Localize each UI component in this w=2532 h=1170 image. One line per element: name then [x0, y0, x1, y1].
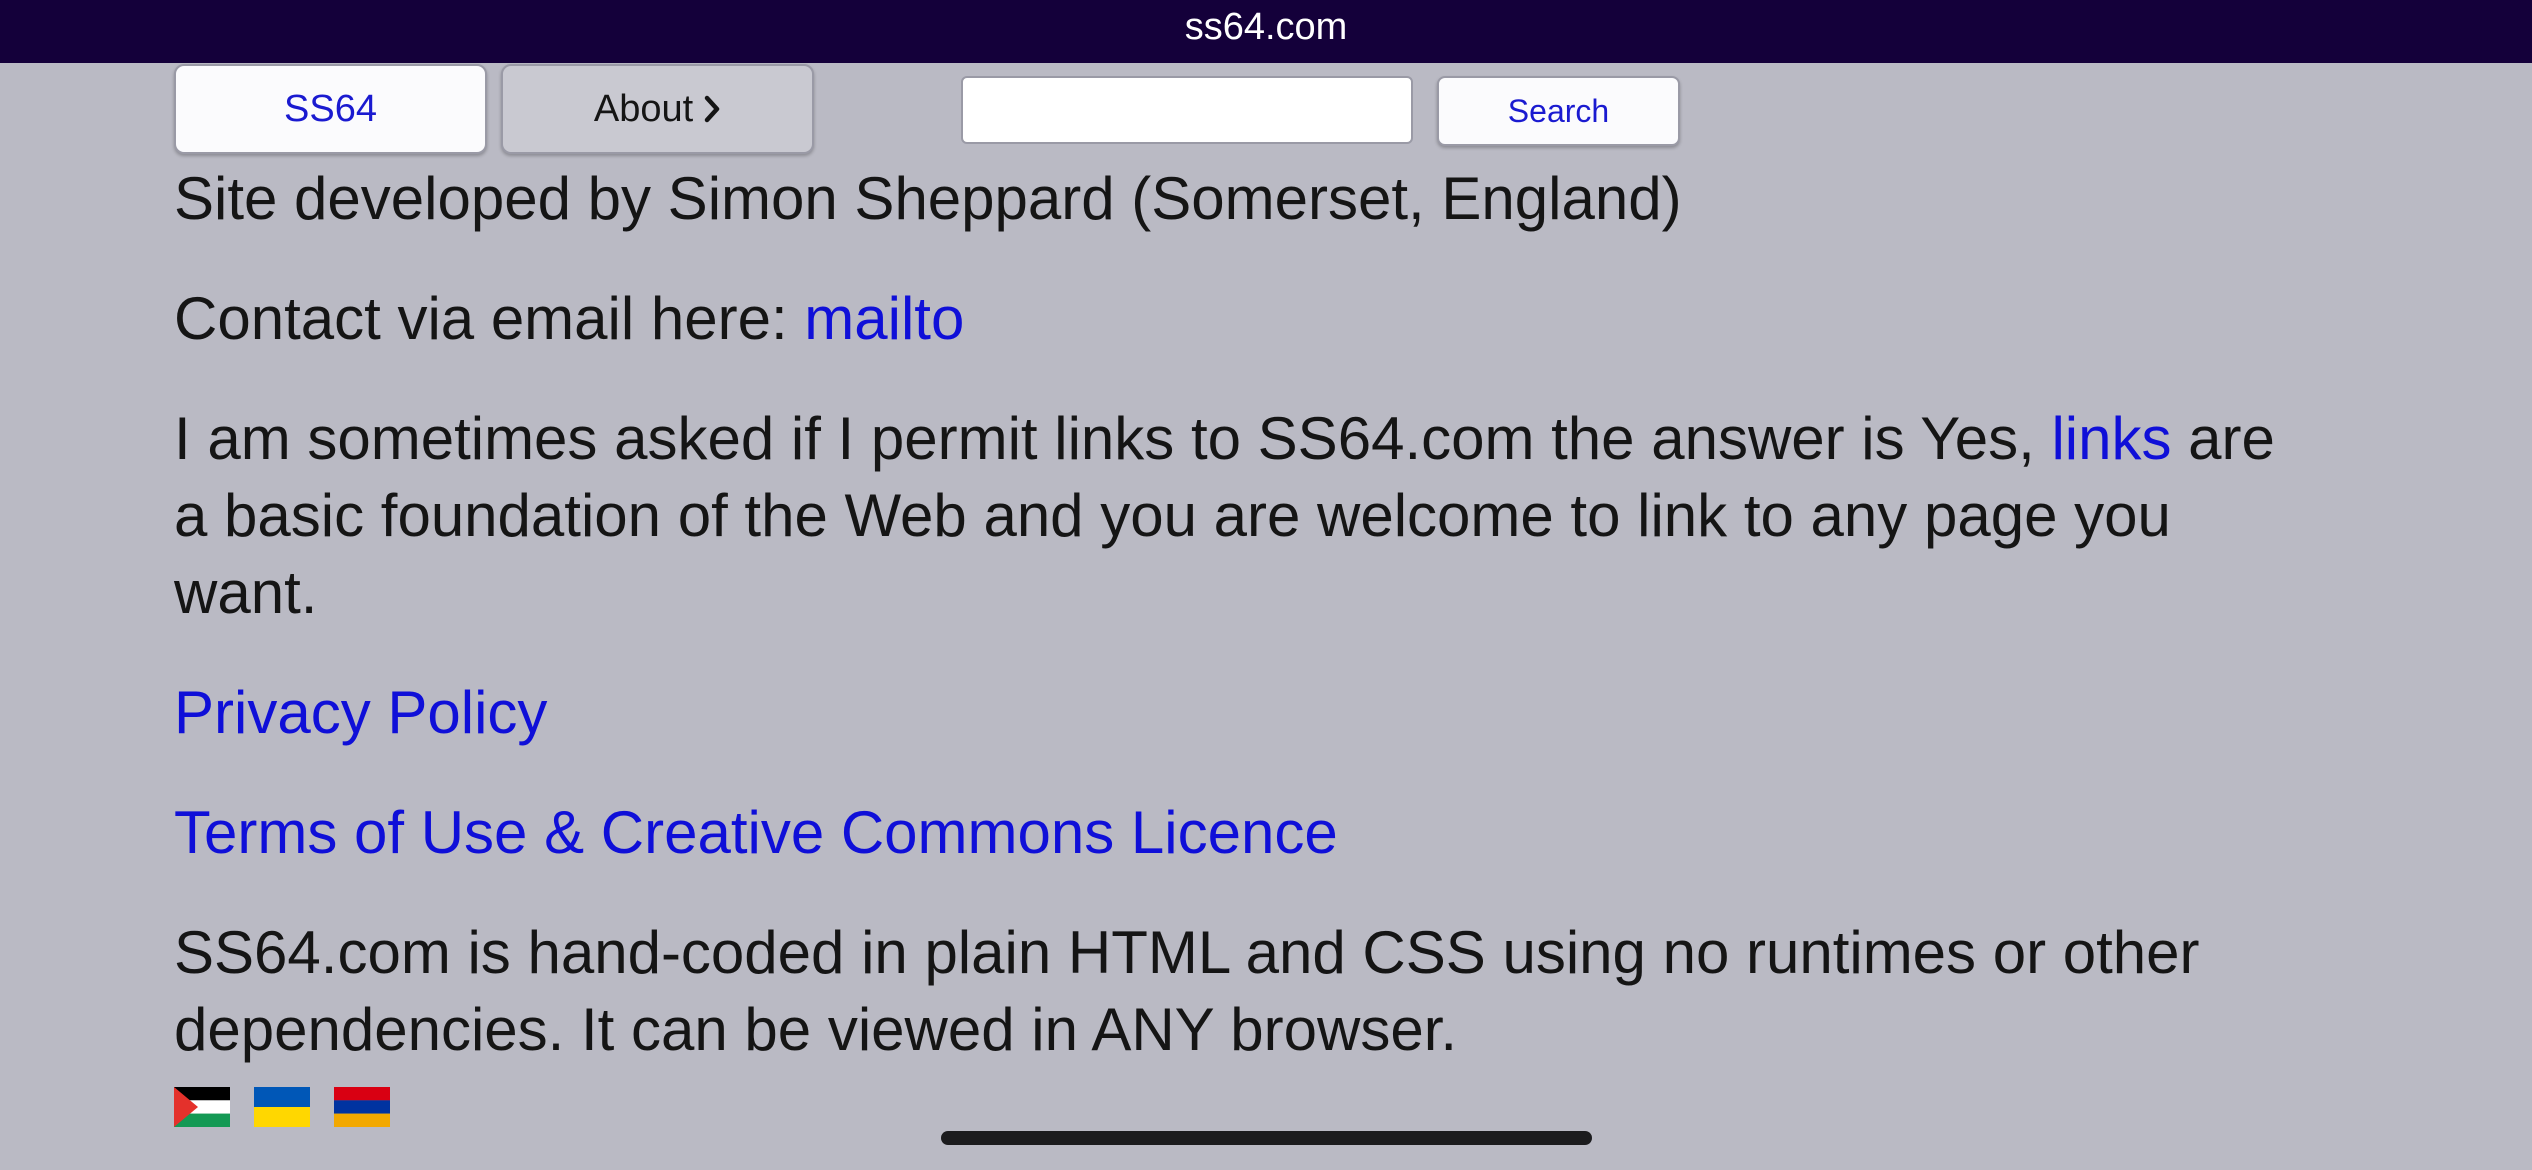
url-text: ss64.com [1184, 6, 1348, 48]
about-button[interactable]: About [501, 64, 814, 154]
browser-url-bar[interactable]: ss64.com [0, 0, 2532, 63]
flags-row [174, 1087, 390, 1127]
handcoded-paragraph: SS64.com is hand-coded in plain HTML and… [174, 919, 2200, 1063]
home-indicator[interactable] [941, 1131, 1592, 1145]
privacy-policy-link[interactable]: Privacy Policy [174, 679, 547, 746]
contact-line: Contact via email here: mailto [174, 280, 2324, 357]
search-button[interactable]: Search [1437, 76, 1680, 146]
about-content: Site developed by Simon Sheppard (Somers… [174, 160, 2324, 1068]
mailto-link[interactable]: mailto [804, 285, 964, 352]
privacy-line: Privacy Policy [174, 674, 2324, 751]
terms-line: Terms of Use & Creative Commons Licence [174, 794, 2324, 871]
palestine-flag-icon [174, 1087, 230, 1127]
search-button-label: Search [1507, 92, 1610, 129]
chevron-right-icon [704, 95, 720, 123]
ss64-home-label: SS64 [284, 87, 377, 130]
ss64-home-button[interactable]: SS64 [174, 64, 487, 154]
links-paragraph: I am sometimes asked if I permit links t… [174, 400, 2324, 631]
about-label: About [593, 87, 694, 130]
ukraine-flag-icon [254, 1087, 310, 1127]
links-link[interactable]: links [2051, 405, 2171, 472]
links-text-before: I am sometimes asked if I permit links t… [174, 405, 2052, 472]
search-input[interactable] [961, 76, 1413, 144]
developer-line: Site developed by Simon Sheppard (Somers… [174, 165, 1682, 232]
contact-prefix: Contact via email here: [174, 285, 805, 352]
terms-of-use-link[interactable]: Terms of Use & Creative Commons Licence [174, 799, 1338, 866]
armenia-flag-icon [334, 1087, 390, 1127]
